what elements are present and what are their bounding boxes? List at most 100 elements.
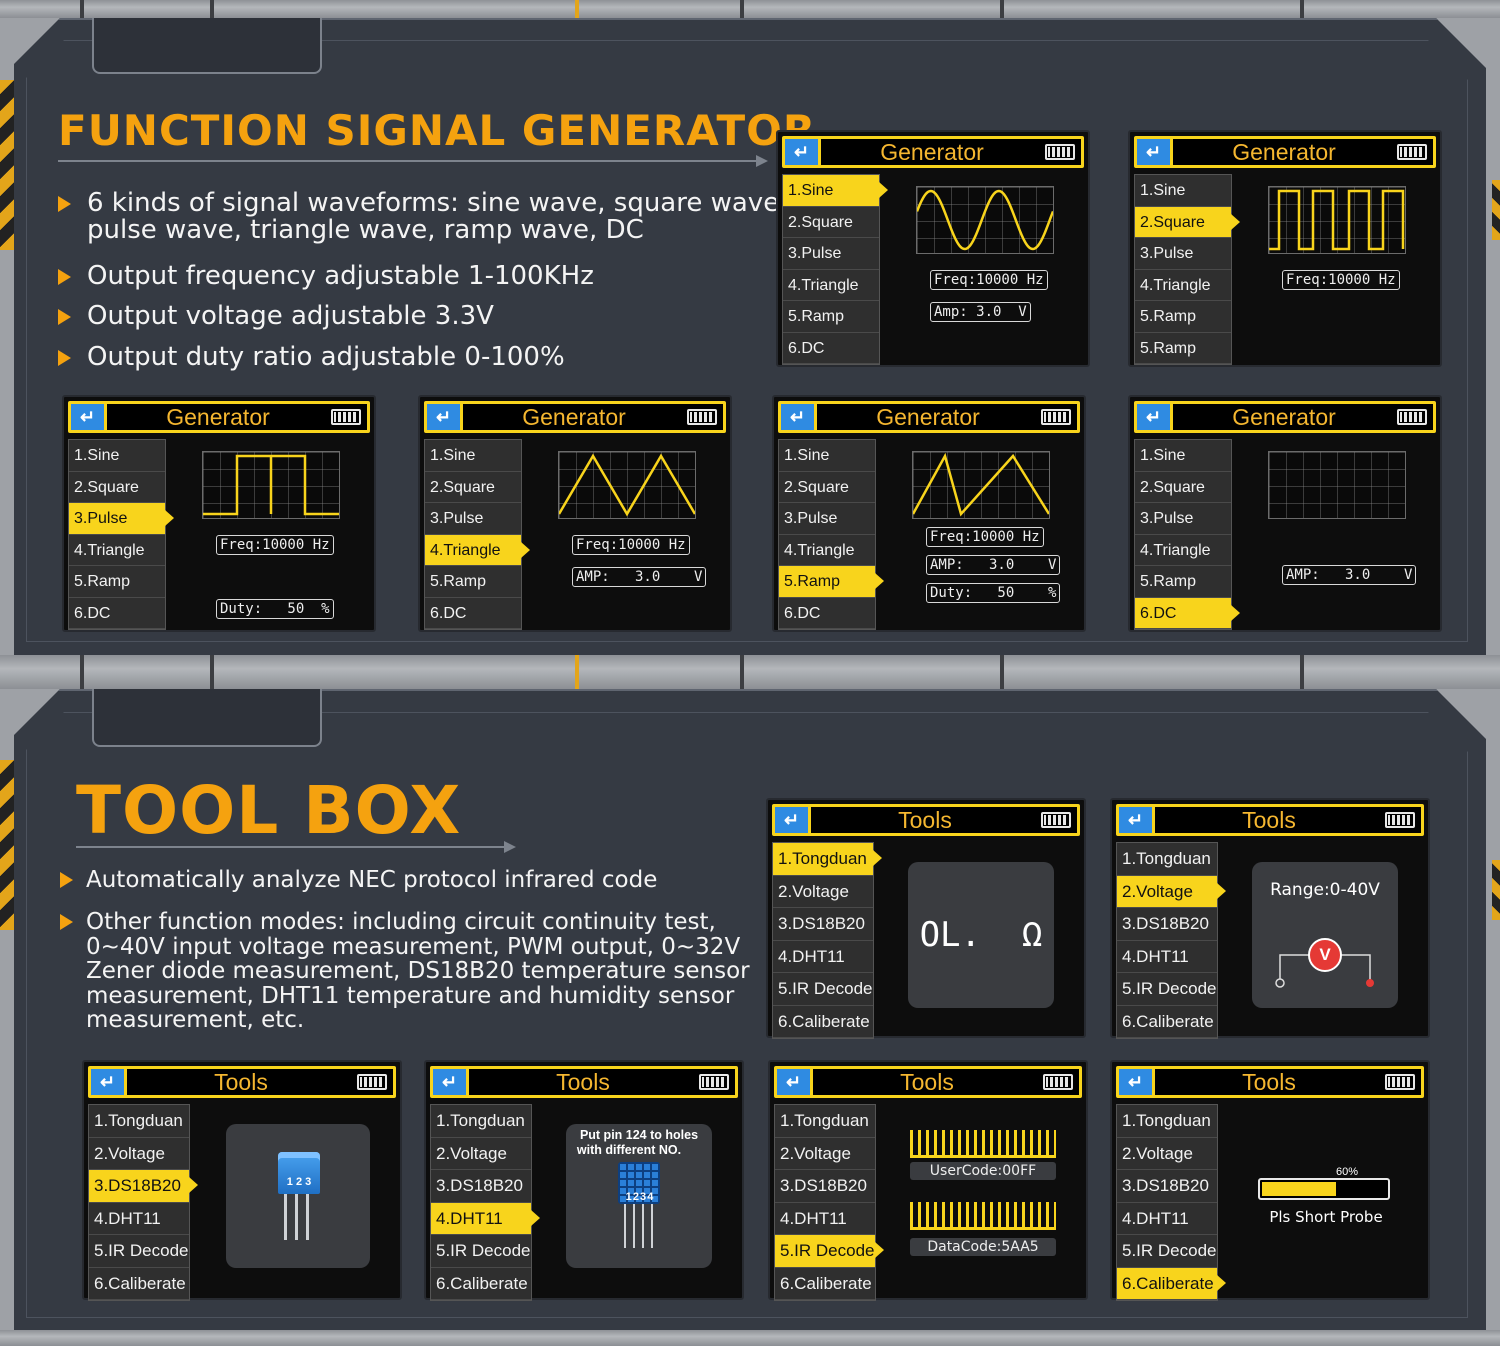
back-arrow-icon[interactable]: ↵ [1137,139,1173,165]
menu-item[interactable]: 5.IR Decode [1117,1235,1217,1268]
menu-item[interactable]: 6.DC [425,597,521,629]
menu-item[interactable]: 5.IR Decode [775,1235,884,1268]
menu-item[interactable]: 5.Ramp [1135,301,1231,333]
menu-item[interactable]: 6.Caliberate [775,1267,875,1300]
menu-item[interactable]: 6.DC [783,332,879,364]
mode-menu: 1.Tongduan 2.Voltage 3.DS18B20 4.DHT11 5.IR … [430,1104,540,1301]
menu-item[interactable]: 4.DHT11 [775,1202,875,1235]
menu-item[interactable]: 6.DC [779,597,875,629]
menu-item[interactable]: 5.Ramp [1135,332,1231,364]
dht11-instruction: Put pin 124 to holes [579,1128,699,1142]
menu-item[interactable]: 6.Caliberate [89,1267,189,1300]
menu-item[interactable]: 6.Caliberate [773,1005,873,1038]
menu-item[interactable]: 3.DS18B20 [773,908,873,941]
menu-item[interactable]: 3.Pulse [783,238,879,270]
menu-item[interactable]: 1.Tongduan [89,1105,189,1138]
menu-item[interactable]: 2.Voltage [775,1137,875,1170]
menu-item[interactable]: 1.Tongduan [431,1105,531,1138]
menu-item[interactable]: 2.Voltage [89,1137,189,1170]
menu-item[interactable]: 5.IR Decode [89,1235,189,1268]
menu-item[interactable]: 3.DS18B20 [1117,908,1217,941]
back-arrow-icon[interactable]: ↵ [785,139,821,165]
menu-item[interactable]: 4.Triangle [69,534,165,566]
menu-item[interactable]: 2.Square [779,471,875,503]
menu-item[interactable]: 2.Square [1135,206,1240,238]
menu-item[interactable]: 6.Caliberate [1117,1005,1217,1038]
menu-item[interactable]: 3.DS18B20 [431,1170,531,1203]
menu-item[interactable]: 5.IR Decode [431,1235,531,1268]
menu-item[interactable]: 4.Triangle [779,534,875,566]
menu-item[interactable]: 1.Tongduan [1117,1105,1217,1138]
menu-item[interactable]: 6.DC [69,597,165,629]
menu-item[interactable]: 6.Caliberate [431,1267,531,1300]
menu-item[interactable]: 2.Square [1135,471,1231,503]
feature-text: 6 kinds of signal waveforms: sine wave, … [87,188,788,218]
menu-item[interactable]: 2.Voltage [1117,875,1226,908]
menu-item[interactable]: 3.DS18B20 [1117,1170,1217,1203]
back-arrow-icon[interactable]: ↵ [427,404,463,430]
menu-item[interactable]: 2.Square [783,206,879,238]
back-arrow-icon[interactable]: ↵ [433,1069,469,1095]
back-arrow-icon[interactable]: ↵ [775,807,811,833]
readout-value: Freq:10000 Hz [930,270,1048,290]
menu-item[interactable]: 5.Ramp [783,301,879,333]
menu-item[interactable]: 4.DHT11 [1117,940,1217,973]
back-arrow-icon[interactable]: ↵ [1119,1069,1155,1095]
feature-text: measurement, etc. [86,1007,305,1033]
tools-screen: ↵ Tools 1.Tongduan 2.Voltage 3.DS18B20 4.DHT1… [1110,798,1430,1039]
feature-text: Output voltage adjustable 3.3V [87,301,494,331]
menu-item[interactable]: 1.Sine [779,440,875,472]
ir-pulse-train [910,1202,1056,1230]
menu-item[interactable]: 5.Ramp [1135,566,1231,598]
back-arrow-icon[interactable]: ↵ [91,1069,127,1095]
back-arrow-icon[interactable]: ↵ [71,404,107,430]
tools-screen: ↵ Tools 1.Tongduan 2.Voltage 3.DS18B20 4.DHT1… [766,798,1086,1039]
menu-item[interactable]: 3.DS18B20 [89,1170,198,1203]
menu-item[interactable]: 1.Sine [69,440,165,472]
back-arrow-icon[interactable]: ↵ [777,1069,813,1095]
menu-item[interactable]: 3.Pulse [425,503,521,535]
menu-item[interactable]: 4.DHT11 [773,940,873,973]
menu-item[interactable]: 3.Pulse [1135,238,1231,270]
menu-item[interactable]: 1.Tongduan [773,843,882,876]
menu-item[interactable]: 5.Ramp [425,566,521,598]
menu-item[interactable]: 1.Sine [783,175,888,207]
menu-item[interactable]: 4.Triangle [783,269,879,301]
menu-item[interactable]: 1.Sine [1135,440,1231,472]
screen-title: Generator [1232,138,1336,165]
menu-item[interactable]: 1.Sine [425,440,521,472]
menu-item[interactable]: 2.Square [425,471,521,503]
menu-item[interactable]: 4.Triangle [425,534,530,566]
menu-item[interactable]: 4.Triangle [1135,269,1231,301]
generator-screen: ↵ Generator 1.Sine 2.Square 3.Pulse 4.Triangl… [418,395,732,632]
back-arrow-icon[interactable]: ↵ [781,404,817,430]
menu-item[interactable]: 1.Tongduan [1117,843,1217,876]
battery-icon [1043,1074,1073,1090]
menu-item[interactable]: 2.Voltage [431,1137,531,1170]
menu-item[interactable]: 5.IR Decode [1117,973,1217,1006]
menu-item[interactable]: 4.DHT11 [1117,1202,1217,1235]
menu-item[interactable]: 2.Voltage [773,875,873,908]
toolbox-panel-tab [92,689,322,747]
menu-item[interactable]: 3.Pulse [779,503,875,535]
menu-item[interactable]: 6.DC [1135,597,1240,629]
menu-item[interactable]: 3.Pulse [69,503,174,535]
menu-item[interactable]: 6.Caliberate [1117,1267,1226,1300]
menu-item[interactable]: 5.Ramp [69,566,165,598]
menu-item[interactable]: 2.Square [69,471,165,503]
back-arrow-icon[interactable]: ↵ [1137,404,1173,430]
voltmeter-icon [1275,938,1374,988]
waveform-plot [203,454,339,516]
menu-item[interactable]: 3.Pulse [1135,503,1231,535]
menu-item[interactable]: 2.Voltage [1117,1137,1217,1170]
menu-item[interactable]: 3.DS18B20 [775,1170,875,1203]
menu-item[interactable]: 4.Triangle [1135,534,1231,566]
menu-item[interactable]: 4.DHT11 [431,1202,540,1235]
back-arrow-icon[interactable]: ↵ [1119,807,1155,833]
menu-item[interactable]: 5.Ramp [779,566,884,598]
menu-item[interactable]: 1.Tongduan [775,1105,875,1138]
voltmeter-symbol: V [1319,945,1331,964]
menu-item[interactable]: 1.Sine [1135,175,1231,207]
menu-item[interactable]: 4.DHT11 [89,1202,189,1235]
menu-item[interactable]: 5.IR Decode [773,973,873,1006]
